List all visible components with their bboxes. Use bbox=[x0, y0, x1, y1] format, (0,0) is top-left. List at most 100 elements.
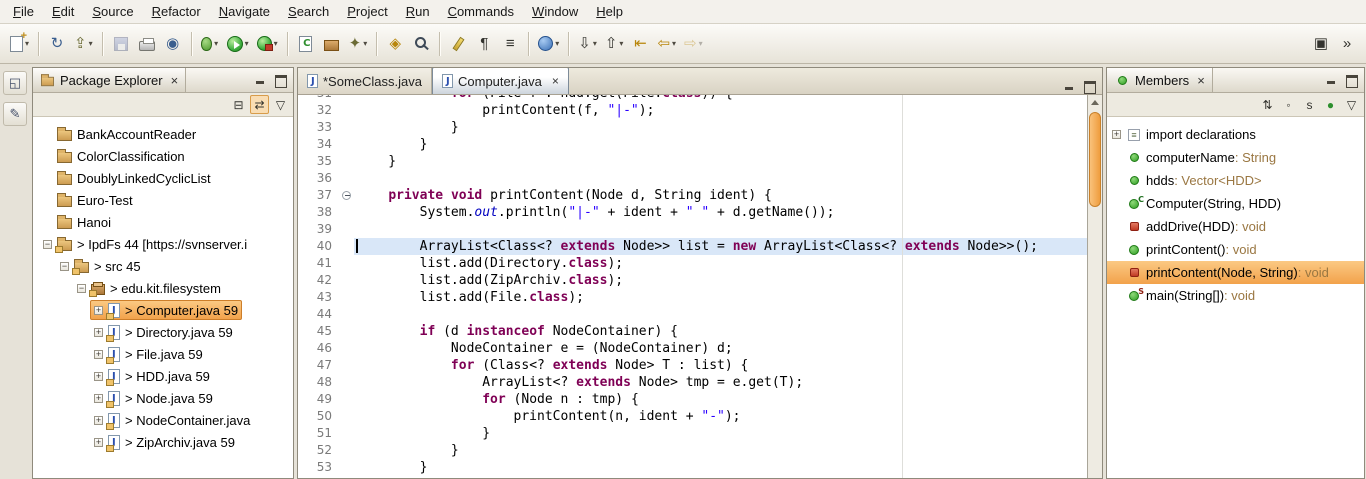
expand-expander-icon[interactable]: + bbox=[94, 306, 103, 315]
scrollbar-thumb[interactable] bbox=[1089, 112, 1101, 207]
member-item[interactable]: hdds : Vector<HDD> bbox=[1107, 169, 1364, 192]
close-view-icon[interactable]: × bbox=[1197, 73, 1205, 88]
dropdown-arrow-icon[interactable]: ▾ bbox=[245, 39, 249, 48]
code-line-31[interactable]: 31 for (File f : hdd.get(File.class)) { bbox=[298, 95, 1087, 102]
tree-item[interactable]: +> HDD.java 59 bbox=[33, 365, 293, 387]
menu-window[interactable]: Window bbox=[523, 0, 587, 23]
pin-editor-button[interactable]: ▣ bbox=[1309, 31, 1333, 57]
tree-item[interactable]: −> edu.kit.filesystem bbox=[33, 277, 293, 299]
restore-view-button[interactable]: ◱ bbox=[3, 71, 27, 95]
member-item[interactable]: computerName : String bbox=[1107, 146, 1364, 169]
code-line-50[interactable]: 50 printContent(n, ident + "-"); bbox=[298, 408, 1087, 425]
members-sort-button[interactable]: ⇅ bbox=[1258, 95, 1277, 114]
code-line-40[interactable]: 40 ArrayList<Class<? extends Node>> list… bbox=[298, 238, 1087, 255]
previous-annotation-button[interactable]: ⇧▾ bbox=[602, 31, 627, 57]
back-button[interactable]: ⇦▾ bbox=[654, 31, 679, 57]
search-button[interactable] bbox=[409, 31, 433, 57]
maximize-button[interactable] bbox=[1081, 79, 1098, 94]
code-line-41[interactable]: 41 list.add(Directory.class); bbox=[298, 255, 1087, 272]
close-view-icon[interactable]: × bbox=[171, 73, 179, 88]
editor-tab-computer-java[interactable]: Computer.java× bbox=[432, 67, 569, 94]
new-java-class-button[interactable] bbox=[294, 31, 318, 57]
tree-item[interactable]: +> Node.java 59 bbox=[33, 387, 293, 409]
external-tools-button[interactable]: ▾ bbox=[254, 31, 281, 57]
toolbar-overflow-button[interactable]: » bbox=[1335, 31, 1359, 57]
code-area[interactable]: 31 for (File f : hdd.get(File.class)) {3… bbox=[298, 95, 1087, 478]
code-line-44[interactable]: 44 bbox=[298, 306, 1087, 323]
code-line-35[interactable]: 35 } bbox=[298, 153, 1087, 170]
members-hide-static-members-button[interactable]: s bbox=[1300, 95, 1319, 114]
minimize-button[interactable] bbox=[1060, 79, 1077, 94]
members-hide-non-public-button[interactable]: ● bbox=[1321, 95, 1340, 114]
menu-commands[interactable]: Commands bbox=[439, 0, 523, 23]
menu-edit[interactable]: Edit bbox=[43, 0, 83, 23]
pe-link-with-editor-button[interactable]: ⇄ bbox=[250, 95, 269, 114]
menu-refactor[interactable]: Refactor bbox=[143, 0, 210, 23]
new-java-element-button[interactable]: ✦▾ bbox=[346, 31, 371, 57]
tree-item[interactable]: +> ZipArchiv.java 59 bbox=[33, 431, 293, 453]
expand-expander-icon[interactable]: + bbox=[94, 416, 103, 425]
member-item[interactable]: printContent(Node, String) : void bbox=[1107, 261, 1364, 284]
minimize-button[interactable] bbox=[1322, 73, 1339, 88]
collapse-expander-icon[interactable]: − bbox=[77, 284, 86, 293]
fold-collapse-icon[interactable] bbox=[342, 191, 351, 200]
tree-item[interactable]: +> Directory.java 59 bbox=[33, 321, 293, 343]
close-tab-icon[interactable]: × bbox=[552, 74, 559, 88]
member-item[interactable]: CComputer(String, HDD) bbox=[1107, 192, 1364, 215]
code-line-38[interactable]: 38 System.out.println("|-" + ident + " "… bbox=[298, 204, 1087, 221]
code-line-39[interactable]: 39 bbox=[298, 221, 1087, 238]
show-whitespace-button[interactable]: ¶ bbox=[472, 31, 496, 57]
dropdown-arrow-icon[interactable]: ▾ bbox=[593, 39, 597, 48]
mark-occurrences-button[interactable] bbox=[446, 31, 470, 57]
new-java-package-button[interactable] bbox=[320, 31, 344, 57]
dropdown-arrow-icon[interactable]: ▾ bbox=[363, 39, 367, 48]
code-line-53[interactable]: 53 } bbox=[298, 459, 1087, 476]
member-item[interactable]: Smain(String[]) : void bbox=[1107, 284, 1364, 307]
pe-collapse-all-button[interactable]: ⊟ bbox=[229, 95, 248, 114]
editor-tab--someclass-java[interactable]: *SomeClass.java bbox=[298, 68, 432, 94]
team-update-button[interactable]: ↻ bbox=[45, 31, 69, 57]
last-edit-location-button[interactable]: ⇤ bbox=[628, 31, 652, 57]
minimize-button[interactable] bbox=[251, 73, 268, 88]
team-commit-button[interactable]: ⇪▾ bbox=[71, 31, 96, 57]
member-item[interactable]: addDrive(HDD) : void bbox=[1107, 215, 1364, 238]
collapse-expander-icon[interactable]: − bbox=[60, 262, 69, 271]
menu-project[interactable]: Project bbox=[338, 0, 396, 23]
debug-button[interactable]: ▾ bbox=[198, 31, 222, 57]
menu-source[interactable]: Source bbox=[83, 0, 142, 23]
web-browser-button[interactable]: ▾ bbox=[535, 31, 562, 57]
tree-item[interactable]: +Hanoi bbox=[33, 211, 293, 233]
toggle-breakpoints-button[interactable]: ◉ bbox=[161, 31, 185, 57]
code-line-42[interactable]: 42 list.add(ZipArchiv.class); bbox=[298, 272, 1087, 289]
menu-help[interactable]: Help bbox=[587, 0, 632, 23]
code-line-32[interactable]: 32 printContent(f, "|-"); bbox=[298, 102, 1087, 119]
print-button[interactable] bbox=[135, 31, 159, 57]
code-line-43[interactable]: 43 list.add(File.class); bbox=[298, 289, 1087, 306]
dropdown-arrow-icon[interactable]: ▾ bbox=[555, 39, 559, 48]
tree-item[interactable]: +DoublyLinkedCyclicList bbox=[33, 167, 293, 189]
tree-item[interactable]: −> IpdFs 44 [https://svnserver.i bbox=[33, 233, 293, 255]
show-selected-element-button[interactable]: ≡ bbox=[498, 31, 522, 57]
dropdown-arrow-icon[interactable]: ▾ bbox=[214, 39, 218, 48]
code-line-48[interactable]: 48 ArrayList<? extends Node> tmp = e.get… bbox=[298, 374, 1087, 391]
dropdown-arrow-icon[interactable]: ▾ bbox=[619, 39, 623, 48]
open-type-button[interactable]: ◈ bbox=[383, 31, 407, 57]
code-line-47[interactable]: 47 for (Class<? extends Node> T : list) … bbox=[298, 357, 1087, 374]
code-line-52[interactable]: 52 } bbox=[298, 442, 1087, 459]
pe-view-menu-button[interactable]: ▽ bbox=[271, 95, 290, 114]
run-button[interactable]: ▾ bbox=[224, 31, 252, 57]
member-item[interactable]: printContent() : void bbox=[1107, 238, 1364, 261]
menu-search[interactable]: Search bbox=[279, 0, 338, 23]
expand-expander-icon[interactable]: + bbox=[1112, 130, 1121, 139]
member-item[interactable]: +import declarations bbox=[1107, 123, 1364, 146]
code-line-45[interactable]: 45 if (d instanceof NodeContainer) { bbox=[298, 323, 1087, 340]
tree-item[interactable]: +> Computer.java 59 bbox=[33, 299, 293, 321]
dropdown-arrow-icon[interactable]: ▾ bbox=[672, 39, 676, 48]
tree-item[interactable]: +> File.java 59 bbox=[33, 343, 293, 365]
maximize-button[interactable] bbox=[272, 73, 289, 88]
dropdown-arrow-icon[interactable]: ▾ bbox=[274, 39, 278, 48]
tree-item[interactable]: +Euro-Test bbox=[33, 189, 293, 211]
members-hide-fields-button[interactable]: ◦ bbox=[1279, 95, 1298, 114]
members-view-menu-button[interactable]: ▽ bbox=[1342, 95, 1361, 114]
expand-expander-icon[interactable]: + bbox=[94, 372, 103, 381]
